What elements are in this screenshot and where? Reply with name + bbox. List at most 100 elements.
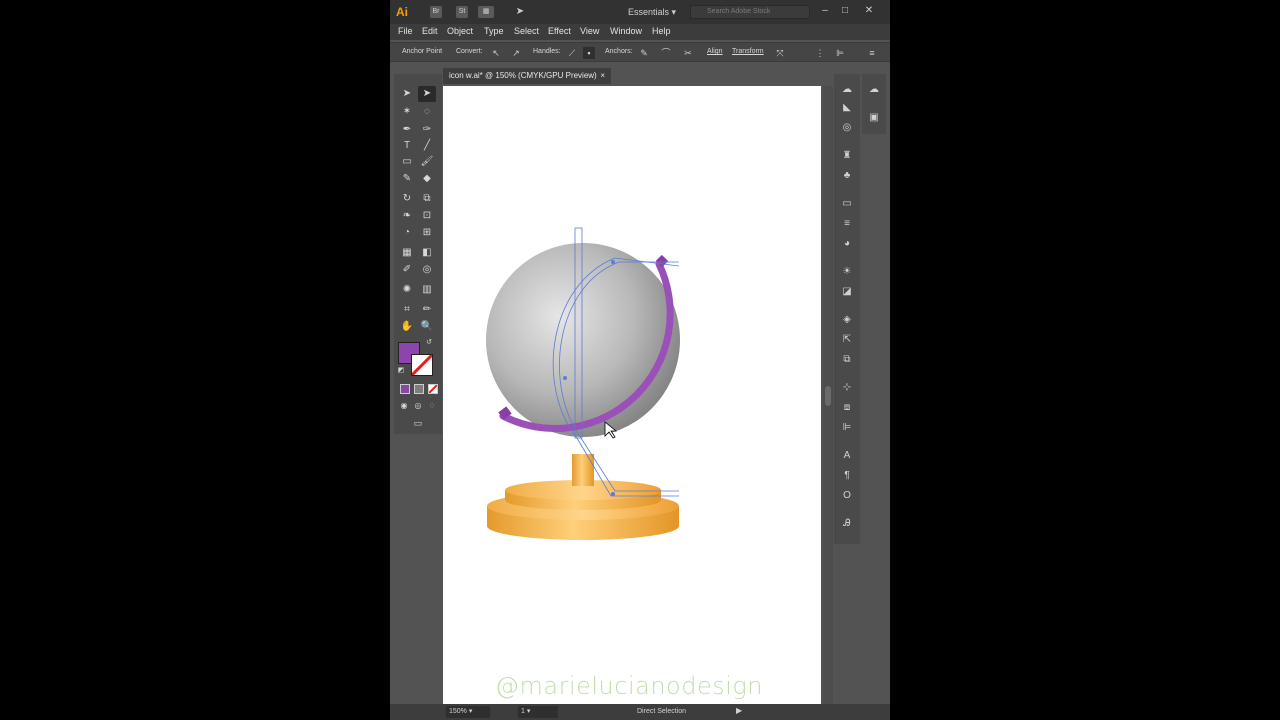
stroke-swatch[interactable] — [410, 353, 434, 377]
globe-artwork[interactable] — [443, 86, 821, 706]
direct-selection-tool-icon[interactable]: ➤ — [418, 86, 436, 102]
artboard-tool-icon[interactable]: ⌗ — [398, 302, 416, 318]
swap-fill-stroke-icon[interactable]: ↺ — [424, 338, 434, 348]
transparency-icon[interactable]: ◕ — [839, 236, 855, 252]
search-stock-input[interactable]: Search Adobe Stock — [690, 5, 810, 19]
symbol-sprayer-icon[interactable]: ✺ — [398, 282, 416, 298]
zoom-tool-icon[interactable]: 🔍 — [418, 319, 436, 335]
anchor-point[interactable] — [611, 492, 615, 496]
perspective-grid-icon[interactable]: ⊞ — [418, 225, 436, 241]
gradient-mode-icon[interactable] — [414, 384, 424, 394]
graphic-styles-icon[interactable]: ◪ — [839, 284, 855, 300]
paintbrush-icon[interactable]: 🖌 — [418, 154, 436, 170]
cut-path-icon[interactable]: ✂ — [682, 47, 694, 59]
menu-help[interactable]: Help — [652, 26, 671, 36]
document-tab[interactable]: icon w.ai* @ 150% (CMYK/GPU Preview) × — [443, 68, 611, 84]
hide-handles-icon[interactable]: ▪ — [583, 47, 595, 59]
default-colors-icon[interactable]: ◩ — [396, 366, 406, 376]
hand-tool-icon[interactable]: ✋ — [398, 319, 416, 335]
artboard-navigator[interactable]: 1 ▾ — [518, 706, 558, 718]
maximize-icon[interactable]: □ — [838, 4, 852, 18]
brushes-icon[interactable]: ♜ — [839, 148, 855, 164]
menu-object[interactable]: Object — [447, 26, 473, 36]
slice-tool-icon[interactable]: ✏ — [418, 302, 436, 318]
menu-window[interactable]: Window — [610, 26, 642, 36]
connect-anchors-icon[interactable]: ⌒ — [660, 47, 672, 59]
panel-menu-icon[interactable]: ≡ — [866, 47, 878, 59]
align-link[interactable]: Align — [707, 48, 723, 55]
pen-tool-icon[interactable]: ✒ — [398, 122, 416, 138]
mesh-tool-icon[interactable]: ▦ — [398, 245, 416, 261]
opentype-icon[interactable]: O — [839, 488, 855, 504]
rotate-tool-icon[interactable]: ↻ — [398, 191, 416, 207]
remove-anchor-icon[interactable]: ✎ — [638, 47, 650, 59]
asset-export-icon[interactable]: ▣ — [866, 110, 882, 126]
artboards-icon[interactable]: ⧉ — [839, 352, 855, 368]
close-document-icon[interactable]: × — [600, 68, 605, 84]
draw-normal-icon[interactable]: ◉ — [398, 400, 410, 412]
color-mode-icon[interactable] — [400, 384, 410, 394]
menu-effect[interactable]: Effect — [548, 26, 571, 36]
eraser-icon[interactable]: ◆ — [418, 171, 436, 187]
symbols-icon[interactable]: ♣ — [839, 168, 855, 184]
zoom-level-select[interactable]: 150% ▾ — [446, 706, 490, 718]
show-handles-icon[interactable]: ⟋ — [566, 47, 578, 59]
cc-libraries-icon[interactable]: ☁ — [866, 82, 882, 98]
minimize-icon[interactable]: – — [818, 4, 832, 18]
stroke-panel-icon[interactable]: ≡ — [839, 216, 855, 232]
shaper-tool-icon[interactable]: ✎ — [398, 171, 416, 187]
isolate-icon[interactable]: ⤧ — [774, 47, 786, 59]
warp-tool-icon[interactable]: ❧ — [398, 208, 416, 224]
pathfinder-icon[interactable]: ⧈ — [839, 400, 855, 416]
stock-icon[interactable]: St — [456, 6, 468, 18]
rectangle-tool-icon[interactable]: ▭ — [398, 154, 416, 170]
gradient-panel-icon[interactable]: ▭ — [839, 196, 855, 212]
scroll-thumb[interactable] — [825, 386, 831, 406]
convert-smooth-icon[interactable]: ↗ — [510, 47, 522, 59]
layers-icon[interactable]: ◈ — [839, 312, 855, 328]
line-tool-icon[interactable]: ╱ — [418, 138, 436, 154]
appearance-icon[interactable]: ☀ — [839, 264, 855, 280]
close-icon[interactable]: ✕ — [862, 4, 876, 18]
anchor-point[interactable] — [563, 376, 567, 380]
align-panel-icon[interactable]: ⊫ — [839, 420, 855, 436]
navigator-icon[interactable]: ◎ — [839, 120, 855, 136]
glyphs-icon[interactable]: Ꭿ — [839, 516, 855, 532]
properties-icon[interactable]: ◣ — [839, 100, 855, 116]
scale-tool-icon[interactable]: ⧉ — [418, 191, 436, 207]
menu-file[interactable]: File — [398, 26, 413, 36]
share-icon[interactable]: ➤ — [514, 6, 526, 18]
screen-mode-icon[interactable]: ▭ — [408, 416, 428, 430]
workspace-switcher[interactable]: Essentials ▾ — [628, 5, 676, 19]
arrange-documents-icon[interactable]: ▦ — [478, 6, 494, 18]
draw-inside-icon[interactable]: ◌ — [426, 400, 438, 412]
transform-panel-icon[interactable]: ⊹ — [839, 380, 855, 396]
blend-tool-icon[interactable]: ◎ — [418, 262, 436, 278]
type-tool-icon[interactable]: T — [398, 138, 416, 154]
character-icon[interactable]: A — [839, 448, 855, 464]
bridge-icon[interactable]: Br — [430, 6, 442, 18]
menu-view[interactable]: View — [580, 26, 599, 36]
selection-tool-icon[interactable]: ➤ — [398, 86, 416, 102]
libraries-icon[interactable]: ☁ — [839, 82, 855, 98]
status-menu-icon[interactable]: ▶ — [736, 706, 742, 715]
vertical-scrollbar[interactable] — [823, 86, 833, 706]
graph-tool-icon[interactable]: ▥ — [418, 282, 436, 298]
menu-type[interactable]: Type — [484, 26, 504, 36]
gradient-tool-icon[interactable]: ◧ — [418, 245, 436, 261]
eyedropper-icon[interactable]: ✐ — [398, 262, 416, 278]
menu-edit[interactable]: Edit — [422, 26, 438, 36]
paragraph-icon[interactable]: ¶ — [839, 468, 855, 484]
transform-link[interactable]: Transform — [732, 48, 764, 55]
none-mode-icon[interactable] — [428, 384, 438, 394]
curvature-tool-icon[interactable]: ✑ — [418, 122, 436, 138]
menu-select[interactable]: Select — [514, 26, 539, 36]
distribute-icon[interactable]: ⊫ — [834, 47, 846, 59]
convert-corner-icon[interactable]: ↖ — [490, 47, 502, 59]
free-transform-icon[interactable]: ⊡ — [418, 208, 436, 224]
artboard-canvas[interactable] — [443, 86, 821, 706]
magic-wand-icon[interactable]: ✶ — [398, 104, 416, 120]
align-options-icon[interactable]: ⋮ — [814, 47, 826, 59]
draw-behind-icon[interactable]: ◎ — [412, 400, 424, 412]
lasso-icon[interactable]: ◌ — [418, 104, 436, 120]
